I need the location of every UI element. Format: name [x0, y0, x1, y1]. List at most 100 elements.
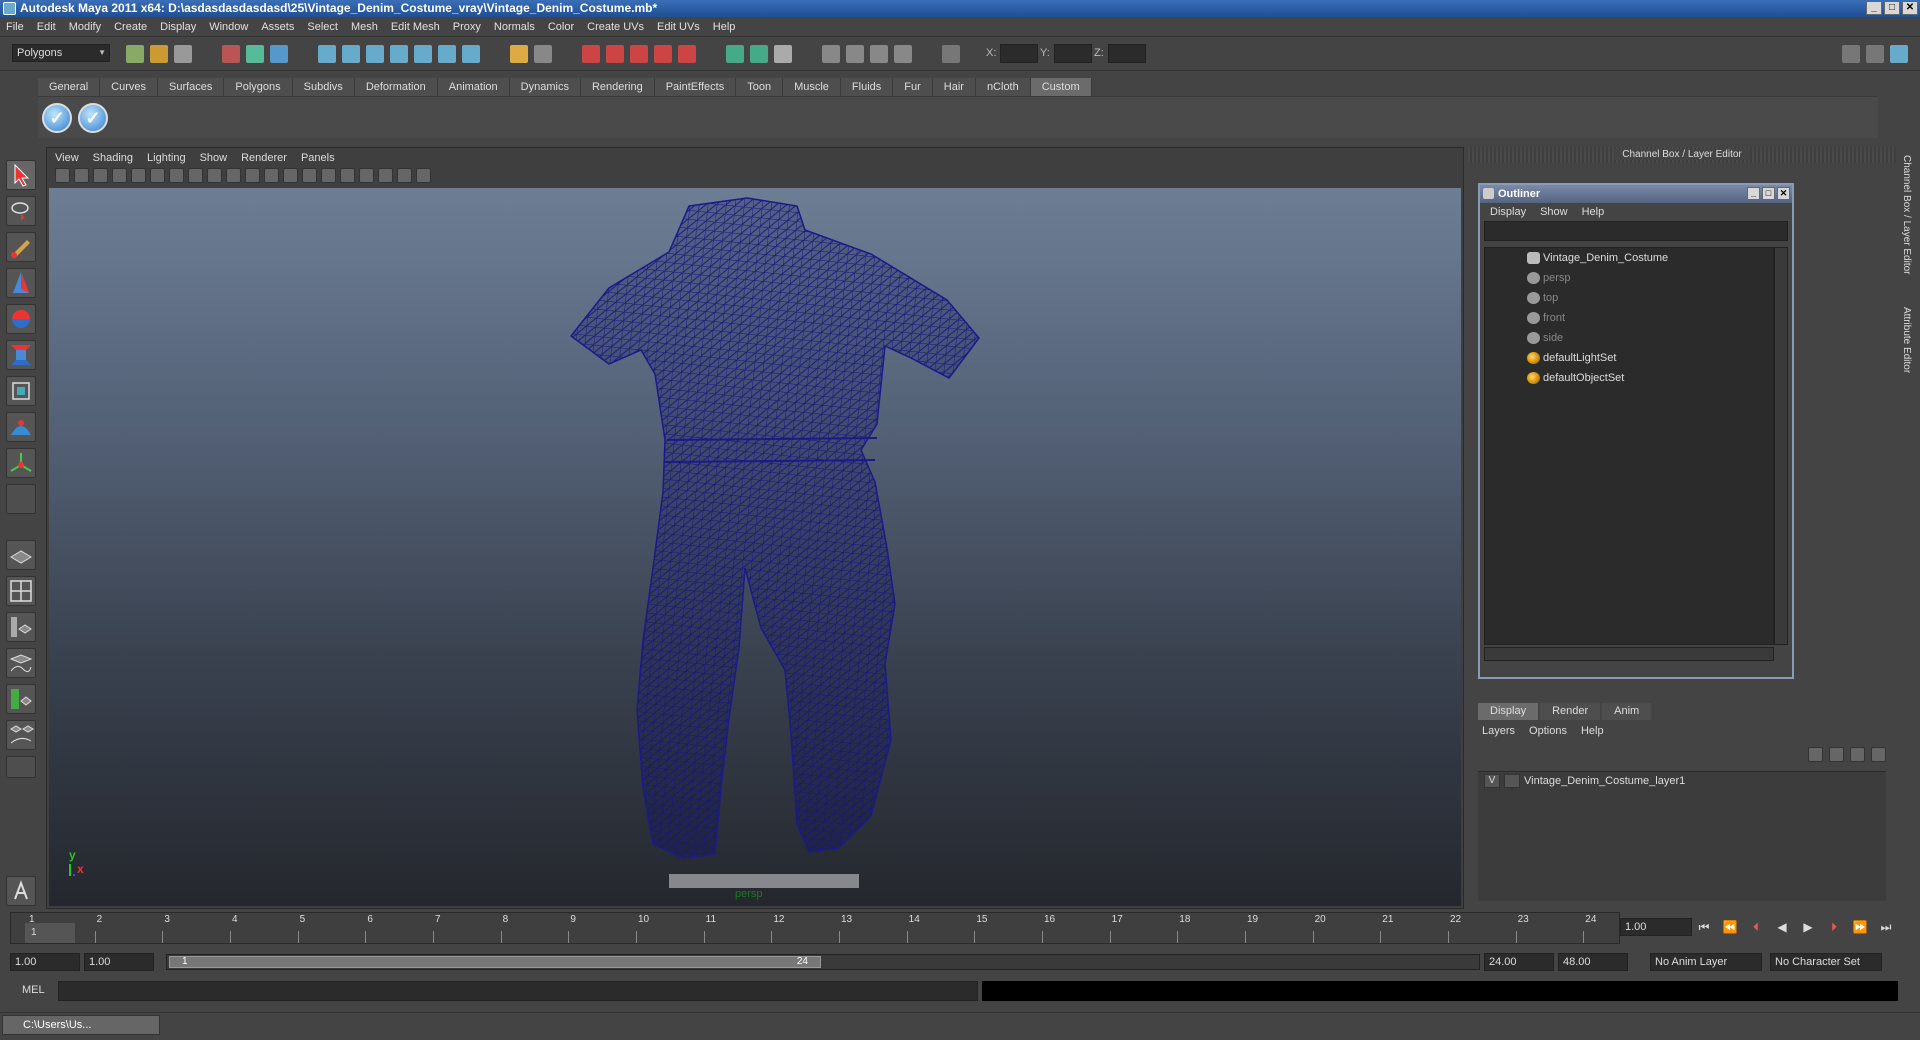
safe-title-icon[interactable] [226, 168, 241, 183]
menu-window[interactable]: Window [209, 21, 248, 33]
side-tab-attribute-editor[interactable]: Attribute Editor [1901, 307, 1912, 373]
outliner-item[interactable]: defaultLightSet [1485, 348, 1773, 368]
shadows-icon[interactable] [359, 168, 374, 183]
soft-mod-tool-icon[interactable] [6, 412, 36, 442]
select-component-icon[interactable] [270, 45, 288, 63]
y-field[interactable] [1054, 44, 1092, 63]
character-set-dropdown[interactable]: No Character Set [1770, 953, 1882, 971]
move-tool-icon[interactable] [6, 268, 36, 298]
shelf-tab-curves[interactable]: Curves [100, 78, 158, 96]
outliner-filter-field[interactable] [1484, 221, 1788, 241]
universal-manip-icon[interactable] [6, 376, 36, 406]
shelf-tab-rendering[interactable]: Rendering [580, 78, 655, 96]
layout-persp-graph-icon[interactable] [6, 720, 36, 750]
outliner-item[interactable]: front [1485, 308, 1773, 328]
xray-joints-icon[interactable] [416, 168, 431, 183]
menu-mesh[interactable]: Mesh [351, 21, 378, 33]
layout-single-pane-icon[interactable] [6, 540, 36, 570]
menu-edit-mesh[interactable]: Edit Mesh [391, 21, 440, 33]
textured-icon[interactable] [302, 168, 317, 183]
hypershade-icon[interactable] [654, 45, 672, 63]
custom-shelf-check-icon-1[interactable]: ✓ [42, 103, 72, 133]
outliner-close-button[interactable]: ✕ [1777, 187, 1790, 200]
lock-icon[interactable] [510, 45, 528, 63]
rotate-tool-icon[interactable] [6, 304, 36, 334]
select-tool-icon[interactable] [6, 160, 36, 190]
outliner-maximize-button[interactable]: □ [1762, 187, 1775, 200]
range-slider[interactable]: 1 24 [166, 954, 1480, 970]
custom-shelf-check-icon-2[interactable]: ✓ [78, 103, 108, 133]
layout-graph-persp-icon[interactable] [6, 648, 36, 678]
save-scene-icon[interactable] [174, 45, 192, 63]
viewport-menu-show[interactable]: Show [200, 150, 228, 166]
show-channel-icon[interactable] [774, 45, 792, 63]
menu-proxy[interactable]: Proxy [453, 21, 481, 33]
render-settings-icon[interactable] [630, 45, 648, 63]
new-layer-selected-icon[interactable] [1871, 747, 1886, 762]
play-backward-icon[interactable]: ◀ [1772, 918, 1792, 936]
range-slider-thumb[interactable]: 1 24 [169, 956, 821, 968]
safe-action-icon[interactable] [207, 168, 222, 183]
outliner-minimize-button[interactable]: _ [1747, 187, 1760, 200]
default-light-icon[interactable] [321, 168, 336, 183]
render-current-icon[interactable] [582, 45, 600, 63]
outliner-menu-help[interactable]: Help [1582, 203, 1605, 221]
menu-normals[interactable]: Normals [494, 21, 535, 33]
maximize-button[interactable]: □ [1884, 1, 1900, 15]
film-gate-icon[interactable] [131, 168, 146, 183]
prev-key-icon[interactable]: ⏴ [1746, 918, 1766, 936]
time-slider[interactable]: 1 2 3 4 5 6 7 8 9 10 11 12 13 14 15 16 17 18 19 20 21 22 23 24 1 [10, 912, 1620, 944]
snap-view-icon[interactable] [390, 45, 408, 63]
go-to-start-icon[interactable]: ⏮ [1694, 918, 1714, 936]
layout-single-icon[interactable] [822, 45, 840, 63]
field-chart-icon[interactable] [188, 168, 203, 183]
menu-modify[interactable]: Modify [69, 21, 101, 33]
outliner-item[interactable]: side [1485, 328, 1773, 348]
last-tool-icon[interactable] [6, 484, 36, 514]
shelf-tab-polygons[interactable]: Polygons [224, 78, 293, 96]
bookmark-icon[interactable] [93, 168, 108, 183]
history-icon[interactable] [438, 45, 456, 63]
layer-menu-help[interactable]: Help [1581, 725, 1604, 737]
shelf-tab-subdivs[interactable]: Subdivs [292, 78, 355, 96]
shelf-tab-animation[interactable]: Animation [437, 78, 510, 96]
playback-start-field[interactable]: 1.00 [84, 953, 154, 971]
viewport-menu-panels[interactable]: Panels [301, 150, 335, 166]
mel-label[interactable]: MEL [22, 984, 45, 996]
menu-edit-uvs[interactable]: Edit UVs [657, 21, 700, 33]
outliner-menu-display[interactable]: Display [1490, 203, 1526, 221]
camera-select-icon[interactable] [55, 168, 70, 183]
snap-grid-icon[interactable] [318, 45, 336, 63]
new-scene-icon[interactable] [126, 45, 144, 63]
move-layer-up-icon[interactable] [1808, 747, 1823, 762]
layer-menu-options[interactable]: Options [1529, 725, 1567, 737]
step-forward-icon[interactable]: ⏩ [1850, 918, 1870, 936]
input-ops-icon[interactable] [534, 45, 552, 63]
smooth-shade-icon[interactable] [264, 168, 279, 183]
layer-visibility-toggle[interactable]: V [1484, 774, 1500, 788]
minimized-window[interactable]: C:\Users\Us... [2, 1015, 160, 1035]
image-plane-icon[interactable] [112, 168, 127, 183]
layer-tab-render[interactable]: Render [1540, 703, 1601, 720]
select-object-icon[interactable] [246, 45, 264, 63]
outliner-menu-show[interactable]: Show [1540, 203, 1568, 221]
mel-input[interactable] [58, 981, 978, 1001]
new-layer-icon[interactable] [1850, 747, 1865, 762]
resolution-gate-icon[interactable] [150, 168, 165, 183]
layer-type-toggle[interactable] [1504, 774, 1520, 788]
viewport-menu-view[interactable]: View [55, 150, 79, 166]
layer-menu-layers[interactable]: Layers [1482, 725, 1515, 737]
outliner-vertical-scrollbar[interactable] [1774, 247, 1788, 645]
render-view-icon[interactable] [678, 45, 696, 63]
layout-outliner-icon[interactable] [894, 45, 912, 63]
menu-create-uvs[interactable]: Create UVs [587, 21, 644, 33]
toolbox-bottom-tool-icon[interactable] [6, 876, 36, 906]
grid-icon[interactable] [169, 168, 184, 183]
layout-persp-icon[interactable] [870, 45, 888, 63]
layer-tab-display[interactable]: Display [1478, 703, 1539, 720]
current-time-marker[interactable]: 1 [25, 923, 75, 943]
shelf-tab-dynamics[interactable]: Dynamics [509, 78, 581, 96]
viewport-menu-shading[interactable]: Shading [93, 150, 133, 166]
minimize-button[interactable]: _ [1866, 1, 1882, 15]
scale-tool-icon[interactable] [6, 340, 36, 370]
